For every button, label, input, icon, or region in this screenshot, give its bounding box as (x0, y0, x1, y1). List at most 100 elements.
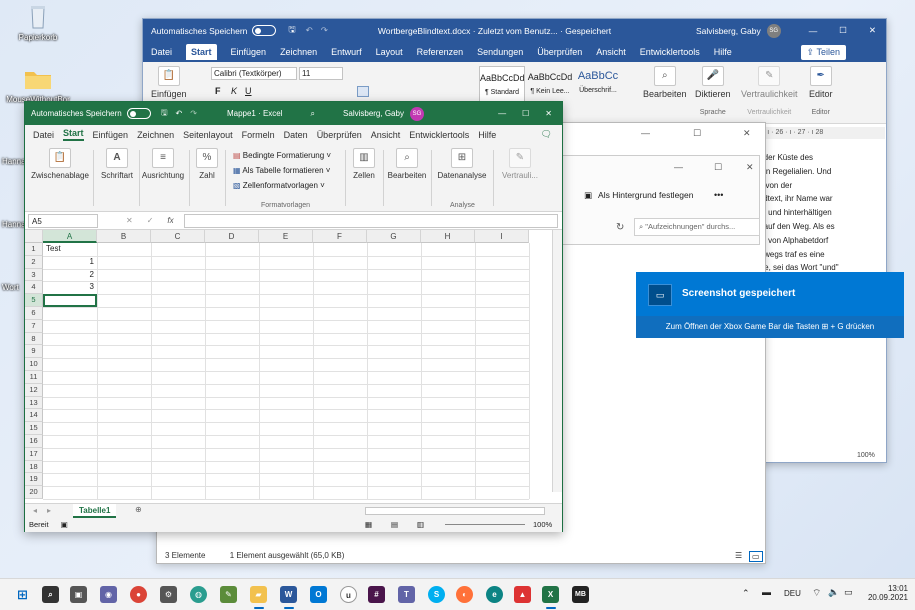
word-italic-button[interactable]: K (231, 86, 237, 96)
word-bold-button[interactable]: F (215, 86, 221, 96)
row-header-2[interactable]: 2 (25, 255, 43, 269)
row-header-15[interactable]: 15 (25, 422, 43, 435)
row-header-13[interactable]: 13 (25, 396, 43, 410)
word-tab[interactable]: Hilfe (714, 47, 732, 57)
cells-button[interactable]: ▥ Zellen (349, 148, 379, 180)
row-header-20[interactable]: 20 (25, 486, 43, 499)
word-sensitivity-button[interactable]: ✎ Vertraulichkeit Vertraulichkeit (741, 66, 798, 116)
cell-A3[interactable]: 2 (46, 269, 94, 282)
row-header-7[interactable]: 7 (25, 319, 43, 333)
explorer-close-icon[interactable]: ✕ (743, 128, 751, 139)
recycle-bin[interactable]: Papierkorb (3, 4, 73, 42)
enter-icon[interactable]: ✓ (147, 216, 154, 225)
row-header-17[interactable]: 17 (25, 447, 43, 461)
teams-chat-icon[interactable]: ◉ (100, 586, 117, 603)
sensitivity-button[interactable]: ✎ Vertrauli... (495, 148, 545, 180)
excel-maximize-icon[interactable]: ☐ (522, 109, 529, 118)
editing-button[interactable]: ⌕ Bearbeiten (385, 148, 429, 180)
photos-minimize-icon[interactable]: — (674, 162, 683, 172)
folder-shortcut[interactable]: MouseWithoutBor (3, 66, 73, 104)
excel-tab-start[interactable]: Start (63, 128, 84, 141)
excel-tab[interactable]: Überprüfen (317, 130, 362, 140)
row-header-11[interactable]: 11 (25, 371, 43, 384)
accessibility-icon[interactable]: ▣ (61, 520, 68, 529)
search-icon[interactable]: ⌕ (42, 586, 59, 603)
photos-maximize-icon[interactable]: ☐ (714, 162, 722, 173)
word-tab[interactable]: Layout (376, 47, 403, 57)
row-header-8[interactable]: 8 (25, 332, 43, 346)
photos-close-icon[interactable]: ✕ (746, 162, 754, 173)
word-edit-button[interactable]: ⌕ Bearbeiten (643, 66, 687, 99)
globe-app-icon[interactable]: ◍ (190, 586, 207, 603)
excel-user-avatar[interactable]: SG (409, 106, 424, 121)
word-tab[interactable]: Zeichnen (280, 47, 317, 57)
word-style-heading[interactable]: AaBbCc Überschrif... (575, 66, 621, 106)
column-header-F[interactable]: F (313, 230, 367, 243)
edge-icon[interactable]: e (486, 586, 503, 603)
alignment-button[interactable]: ≡ Ausrichtung (141, 148, 185, 180)
word-user-avatar[interactable]: SG (766, 23, 781, 38)
sheet-prev-icon[interactable]: ◂ (33, 506, 37, 515)
excel-tab[interactable]: Seitenlayout (183, 130, 233, 140)
settings-icon[interactable]: ⚙ (160, 586, 177, 603)
row-header-6[interactable]: 6 (25, 307, 43, 320)
excel-tab[interactable]: Daten (284, 130, 308, 140)
row-header-18[interactable]: 18 (25, 460, 43, 474)
word-maximize-icon[interactable]: ☐ (839, 25, 847, 36)
screenshot-toast[interactable]: ▭ Screenshot gespeichert Zum Öffnen der … (636, 272, 904, 338)
number-button[interactable]: % Zahl (193, 148, 221, 180)
row-header-1[interactable]: 1 (25, 243, 43, 256)
excel-save-icon[interactable]: 🖫 (161, 107, 168, 121)
excel-redo-icon[interactable]: ↷ (190, 109, 197, 118)
clipboard-button[interactable]: 📋 Zwischenablage (29, 148, 91, 180)
vertical-scrollbar[interactable] (552, 230, 562, 492)
more-options-button[interactable]: ••• (714, 190, 723, 200)
word-tab[interactable]: Sendungen (477, 47, 523, 57)
word-editor-button[interactable]: ✒ Editor Editor (809, 66, 833, 116)
excel-tab[interactable]: Ansicht (371, 130, 401, 140)
row-header-4[interactable]: 4 (25, 281, 43, 295)
word-zoom-level[interactable]: 100% (857, 452, 875, 459)
start-windows-icon[interactable]: ⊞ (14, 586, 31, 603)
sheet-next-icon[interactable]: ▸ (47, 506, 51, 515)
file-explorer-icon[interactable]: ▰ (250, 586, 267, 603)
explorer-search-box[interactable]: ⌕ "Aufzeichnungen" durchs... (634, 218, 760, 236)
tray-app-icon[interactable]: ▬ (762, 587, 771, 597)
notepad-icon[interactable]: ✎ (220, 586, 237, 603)
horizontal-scrollbar[interactable] (365, 507, 545, 515)
word-undo-icon[interactable]: ↶ (306, 25, 313, 36)
row-header-14[interactable]: 14 (25, 409, 43, 423)
page-layout-icon[interactable]: ▤ (391, 518, 398, 532)
word-tab-start[interactable]: Start (186, 44, 217, 60)
tray-chevron-icon[interactable]: ⌃ (742, 588, 750, 599)
name-box[interactable]: A5 (28, 213, 98, 228)
formula-input[interactable] (183, 213, 558, 228)
battery-icon[interactable]: ▭ (844, 587, 853, 598)
column-header-G[interactable]: G (367, 230, 421, 243)
skype-icon[interactable]: S (428, 586, 445, 603)
excel-minimize-icon[interactable]: — (498, 109, 506, 118)
cell-A4[interactable]: 3 (46, 281, 94, 294)
conditional-format-button[interactable]: ▤ Bedingte Formatierung ˅ (233, 151, 331, 160)
word-tab[interactable]: Einfügen (231, 47, 267, 57)
font-button[interactable]: A Schriftart (97, 148, 137, 180)
excel-tab[interactable]: Entwicklertools (409, 130, 469, 140)
row-header-16[interactable]: 16 (25, 435, 43, 448)
row-header-12[interactable]: 12 (25, 383, 43, 397)
excel-close-icon[interactable]: ✕ (545, 109, 552, 118)
row-header-10[interactable]: 10 (25, 358, 43, 371)
slack-icon[interactable]: # (368, 586, 385, 603)
word-save-icon[interactable]: 🖫 (288, 24, 295, 38)
row-header-19[interactable]: 19 (25, 473, 43, 487)
word-underline-button[interactable]: U (245, 86, 252, 96)
excel-autosave-toggle[interactable] (126, 108, 151, 119)
format-as-table-button[interactable]: ▦ Als Tabelle formatieren ˅ (233, 166, 330, 175)
add-sheet-icon[interactable]: ⊕ (135, 505, 142, 514)
clock[interactable]: 13:01 20.09.2021 (862, 584, 908, 602)
active-cell-selection[interactable] (43, 294, 97, 307)
column-header-E[interactable]: E (259, 230, 313, 243)
word-tab[interactable]: Referenzen (417, 47, 464, 57)
row-header-3[interactable]: 3 (25, 268, 43, 282)
word-paste-button[interactable]: 📋 Einfügen (151, 66, 187, 99)
zoom-level[interactable]: 100% (533, 518, 552, 532)
